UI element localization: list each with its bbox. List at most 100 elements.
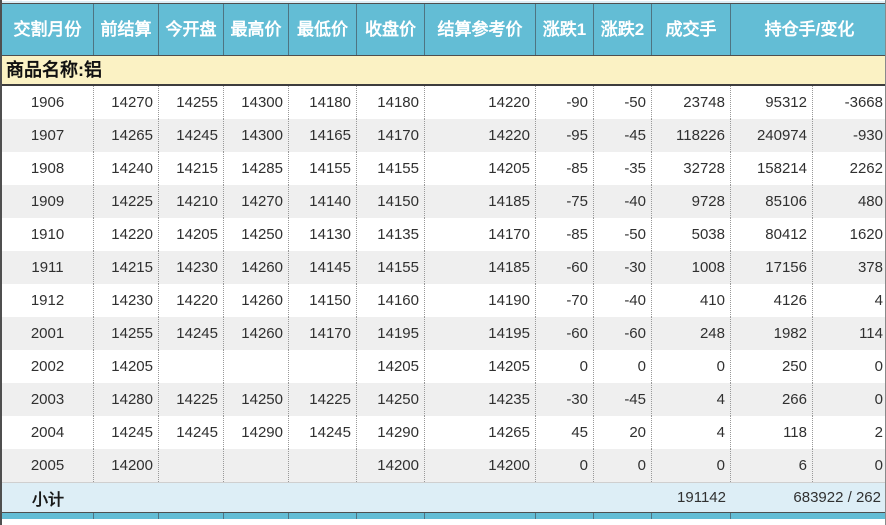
cell-settlement-ref: 14190 (425, 284, 536, 317)
cell-open: 14230 (159, 251, 224, 284)
cell-low: 14140 (289, 185, 357, 218)
next-header-cell (224, 513, 289, 519)
cell-change1: -85 (536, 152, 594, 185)
cell-delivery-month: 1910 (2, 218, 94, 251)
cell-high: 14260 (224, 251, 289, 284)
cell-change2: -40 (594, 185, 652, 218)
cell-settlement-ref: 14235 (425, 383, 536, 416)
cell-open-interest: 250 (731, 350, 813, 383)
cell-volume: 1008 (652, 251, 731, 284)
table-row: 20021420514205142050002500 (2, 350, 885, 383)
cell-oi-change: 114 (813, 317, 886, 350)
cell-change2: 0 (594, 350, 652, 383)
header-cell-prev-settlement: 前结算 (94, 4, 159, 55)
header-cell-delivery-month: 交割月份 (2, 4, 94, 55)
cell-low: 14170 (289, 317, 357, 350)
cell-delivery-month: 1909 (2, 185, 94, 218)
cell-close: 14155 (357, 251, 425, 284)
futures-daily-table: 交割月份前结算今开盘最高价最低价收盘价结算参考价涨跌1涨跌2成交手持仓手/变化 … (0, 0, 886, 525)
cell-oi-change: -930 (813, 119, 886, 152)
cell-open-interest: 4126 (731, 284, 813, 317)
header-cell-change2: 涨跌2 (594, 4, 652, 55)
subtotal-open-interest-change: 683922 / 262 (731, 489, 886, 506)
cell-settlement-ref: 14205 (425, 152, 536, 185)
cell-change2: 20 (594, 416, 652, 449)
cell-prev-settlement: 14200 (94, 449, 159, 482)
cell-open-interest: 80412 (731, 218, 813, 251)
header-cell-settlement-ref: 结算参考价 (425, 4, 536, 55)
cell-volume: 248 (652, 317, 731, 350)
cell-oi-change: 378 (813, 251, 886, 284)
cell-oi-change: -3668 (813, 86, 886, 119)
cell-prev-settlement: 14230 (94, 284, 159, 317)
cell-open: 14205 (159, 218, 224, 251)
next-header-cell (731, 513, 886, 519)
cell-change2: -50 (594, 218, 652, 251)
cell-open: 14255 (159, 86, 224, 119)
cell-settlement-ref: 14200 (425, 449, 536, 482)
cell-open-interest: 240974 (731, 119, 813, 152)
table-row: 1906142701425514300141801418014220-90-50… (2, 86, 885, 119)
cell-low: 14225 (289, 383, 357, 416)
cell-delivery-month: 1907 (2, 119, 94, 152)
cell-change1: 0 (536, 449, 594, 482)
cell-prev-settlement: 14255 (94, 317, 159, 350)
cell-open: 14245 (159, 119, 224, 152)
next-header-cell (425, 513, 536, 519)
next-header-cell (159, 513, 224, 519)
table-row: 1909142251421014270141401415014185-75-40… (2, 185, 885, 218)
cell-prev-settlement: 14215 (94, 251, 159, 284)
cell-change1: -75 (536, 185, 594, 218)
next-section-header-strip (2, 513, 885, 519)
cell-low (289, 350, 357, 383)
cell-volume: 9728 (652, 185, 731, 218)
table-row: 2003142801422514250142251425014235-30-45… (2, 383, 885, 416)
cell-prev-settlement: 14220 (94, 218, 159, 251)
commodity-name-row: 商品名称:铝 (2, 56, 885, 86)
cell-prev-settlement: 14245 (94, 416, 159, 449)
cell-high: 14260 (224, 317, 289, 350)
cell-change2: 0 (594, 449, 652, 482)
cell-low: 14155 (289, 152, 357, 185)
cell-high: 14250 (224, 383, 289, 416)
cell-volume: 32728 (652, 152, 731, 185)
cell-change1: -30 (536, 383, 594, 416)
cell-open-interest: 158214 (731, 152, 813, 185)
header-cell-open: 今开盘 (159, 4, 224, 55)
next-header-cell (94, 513, 159, 519)
commodity-name-label: 商品名称:铝 (6, 60, 102, 80)
table-row: 1907142651424514300141651417014220-95-45… (2, 119, 885, 152)
cell-delivery-month: 2002 (2, 350, 94, 383)
cell-open (159, 449, 224, 482)
cell-change1: -70 (536, 284, 594, 317)
cell-change2: -35 (594, 152, 652, 185)
cell-delivery-month: 2004 (2, 416, 94, 449)
cell-settlement-ref: 14170 (425, 218, 536, 251)
cell-open: 14245 (159, 416, 224, 449)
cell-prev-settlement: 14280 (94, 383, 159, 416)
cell-high (224, 350, 289, 383)
subtotal-row: 小计 191142 683922 / 262 (2, 482, 885, 513)
cell-delivery-month: 2005 (2, 449, 94, 482)
cell-high: 14300 (224, 119, 289, 152)
cell-open-interest: 266 (731, 383, 813, 416)
cell-oi-change: 0 (813, 383, 886, 416)
subtotal-label: 小计 (2, 486, 652, 510)
cell-open (159, 350, 224, 383)
table-row: 1908142401421514285141551415514205-85-35… (2, 152, 885, 185)
cell-open: 14210 (159, 185, 224, 218)
cell-high: 14270 (224, 185, 289, 218)
subtotal-volume: 191142 (652, 489, 731, 506)
table-body: 1906142701425514300141801418014220-90-50… (2, 86, 885, 482)
cell-settlement-ref: 14220 (425, 86, 536, 119)
next-header-cell (357, 513, 425, 519)
table-row: 1912142301422014260141501416014190-70-40… (2, 284, 885, 317)
cell-open: 14245 (159, 317, 224, 350)
table-row: 2004142451424514290142451429014265452041… (2, 416, 885, 449)
table-header-row: 交割月份前结算今开盘最高价最低价收盘价结算参考价涨跌1涨跌2成交手持仓手/变化 (2, 4, 885, 56)
cell-open-interest: 6 (731, 449, 813, 482)
cell-change2: -45 (594, 119, 652, 152)
next-header-cell (594, 513, 652, 519)
cell-volume: 0 (652, 350, 731, 383)
cell-prev-settlement: 14205 (94, 350, 159, 383)
